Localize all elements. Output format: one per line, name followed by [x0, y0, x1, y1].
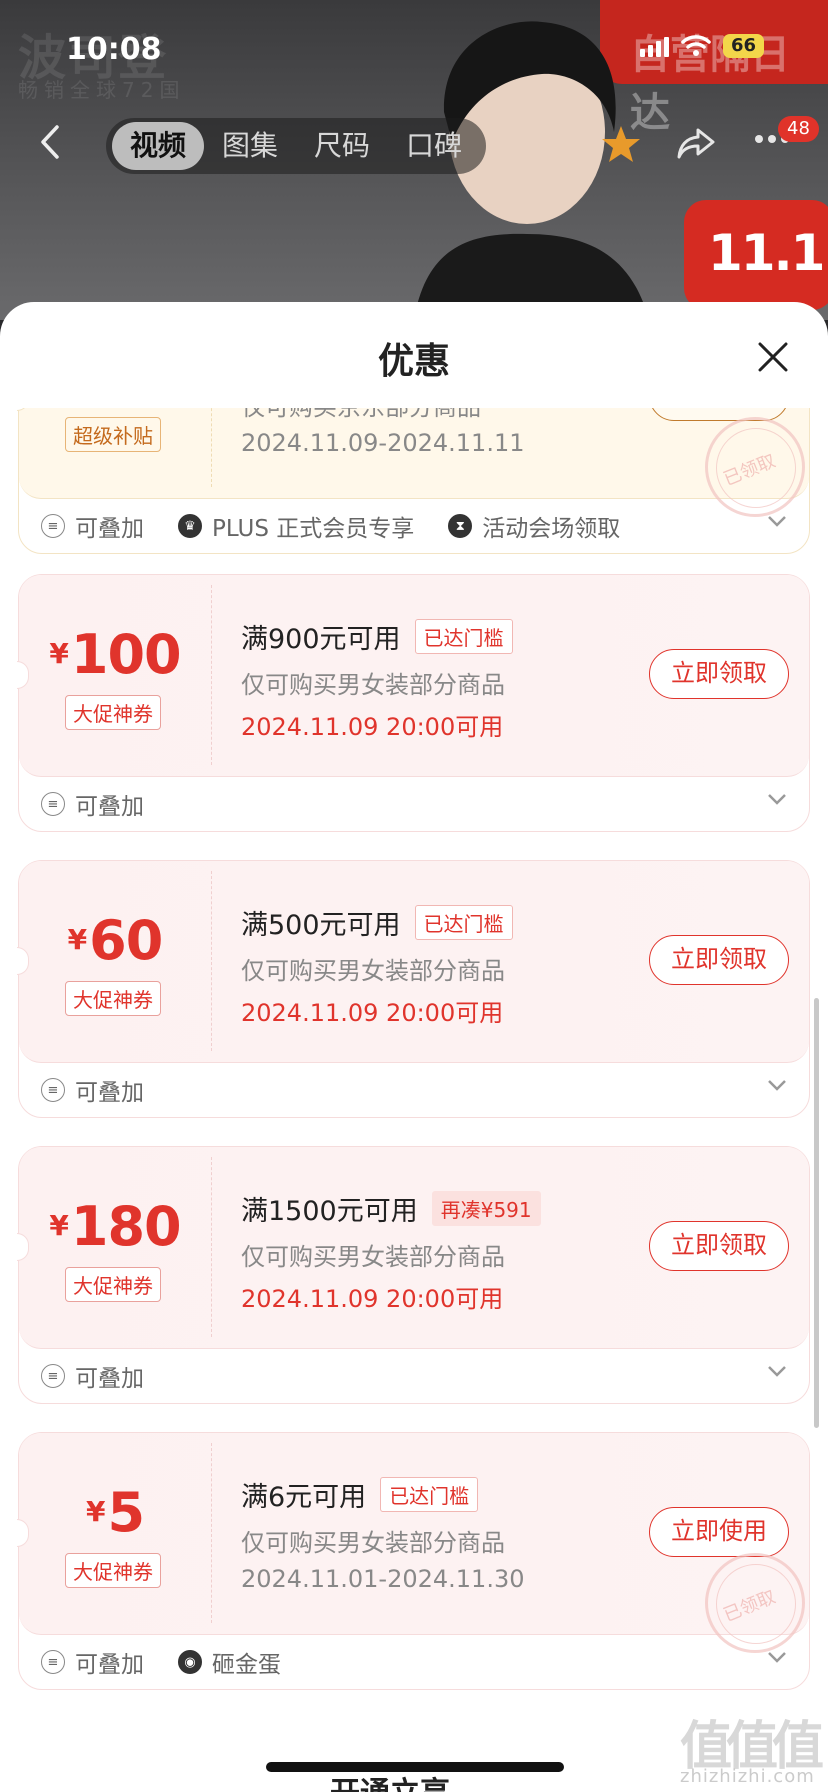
coupon-type-tag: 大促神券	[65, 695, 161, 730]
coupon-card: ¥5 大促神券 满6元可用 已达门槛 仅可购买男女装部分商品 2024.11.01…	[17, 1432, 810, 1690]
battery-indicator: 66	[723, 34, 765, 58]
chevron-down-icon[interactable]	[767, 1365, 787, 1377]
coupon-amount: ¥180	[49, 1195, 181, 1258]
coupon-type-tag: 大促神券	[65, 1267, 161, 1302]
promo-1111-label: 11.11	[708, 224, 828, 282]
footer-label: 可叠加	[75, 1366, 144, 1392]
status-time: 10:08	[66, 32, 162, 67]
tab-reviews[interactable]: 口碑	[388, 122, 480, 170]
crown-icon: ♛	[178, 514, 202, 538]
coupon-amount: ¥60	[67, 909, 164, 972]
coupon-list: ¥400 超级补贴 仅可购买京东部分商品 2024.11.09-2024.11.…	[0, 408, 828, 1738]
coupon-scope: 仅可购买男女装部分商品	[241, 1529, 505, 1557]
stack-icon: ≡	[41, 1364, 65, 1388]
footer-label: 可叠加	[75, 794, 144, 820]
brand-tagline: 畅销全球72国	[18, 78, 186, 102]
watermark: 值值值 zhizhizhi.com	[680, 1704, 824, 1787]
coupon-scope: 仅可购买男女装部分商品	[241, 1243, 505, 1271]
coupon-footer[interactable]: ≡ 可叠加 ♛ PLUS 正式会员专享 ⧗ 活动会场领取	[19, 499, 809, 553]
coupon-footer[interactable]: ≡ 可叠加 ◉ 砸金蛋	[19, 1635, 809, 1689]
coupon-body: ¥100 大促神券 满900元可用 已达门槛 仅可购买男女装部分商品 2024.1…	[17, 575, 809, 777]
coupon-card: ¥180 大促神券 满1500元可用 再凑¥591 仅可购买男女装部分商品 202…	[17, 1146, 810, 1404]
media-tabs: 视频 图集 尺码 口碑	[106, 118, 486, 174]
footer-label: PLUS 正式会员专享	[212, 516, 415, 542]
chevron-left-icon	[41, 125, 59, 159]
back-button[interactable]	[30, 122, 70, 162]
threshold-badge: 已达门槛	[414, 619, 513, 654]
claim-now-button[interactable]: 立即领取	[649, 1221, 789, 1271]
coupon-date: 2024.11.09 20:00可用	[241, 713, 504, 741]
footer-label: 活动会场领取	[482, 516, 621, 542]
chevron-down-icon[interactable]	[767, 515, 787, 527]
coupon-condition: 满900元可用 已达门槛	[241, 617, 513, 656]
scrollbar[interactable]	[814, 998, 819, 1428]
stack-icon: ≡	[41, 792, 65, 816]
coupon-scope: 仅可购买男女装部分商品	[241, 671, 505, 699]
coupon-body: ¥180 大促神券 满1500元可用 再凑¥591 仅可购买男女装部分商品 202…	[17, 1147, 809, 1349]
coupon-date: 2024.11.09 20:00可用	[241, 1285, 504, 1313]
watermark-url: zhizhizhi.com	[680, 1766, 815, 1787]
threshold-badge: 已达门槛	[414, 905, 513, 940]
threshold-badge: 已达门槛	[380, 1477, 479, 1512]
coupon-type-tag: 大促神券	[65, 981, 161, 1016]
footer-label: 可叠加	[75, 1080, 144, 1106]
use-now-button[interactable]: 立即使用	[649, 1507, 789, 1557]
footer-label: 砸金蛋	[212, 1652, 281, 1678]
chevron-down-icon[interactable]	[767, 793, 787, 805]
coupon-card: ¥60 大促神券 满500元可用 已达门槛 仅可购买男女装部分商品 2024.11…	[17, 860, 810, 1118]
egg-icon: ◉	[178, 1650, 202, 1674]
notification-badge: 48	[778, 116, 819, 142]
shortfall-badge: 再凑¥591	[431, 1191, 541, 1226]
coupon-footer[interactable]: ≡ 可叠加	[19, 777, 809, 831]
wifi-icon	[681, 35, 711, 56]
stack-icon: ≡	[41, 514, 65, 538]
ticket-icon: ⧗	[448, 514, 473, 538]
coupon-condition: 满500元可用 已达门槛	[241, 903, 513, 942]
close-icon[interactable]	[756, 340, 790, 374]
claim-now-button[interactable]: 立即领取	[649, 935, 789, 985]
coupon-scope: 仅可购买男女装部分商品	[241, 957, 505, 985]
coupon-sheet: 优惠 ¥400 超级补贴 仅可购买京东部分商品 2024.11.09-2024.…	[0, 302, 828, 1792]
claim-now-button[interactable]: 立即领取	[649, 649, 789, 699]
home-indicator[interactable]	[266, 1762, 564, 1772]
coupon-body: ¥60 大促神券 满500元可用 已达门槛 仅可购买男女装部分商品 2024.11…	[17, 861, 809, 1063]
coupon-card: ¥100 大促神券 满900元可用 已达门槛 仅可购买男女装部分商品 2024.1…	[17, 574, 810, 832]
tab-size[interactable]: 尺码	[296, 122, 388, 170]
sheet-title: 优惠	[377, 341, 450, 382]
tab-video[interactable]: 视频	[112, 122, 204, 170]
coupon-amount: ¥5	[85, 1481, 145, 1544]
signal-icon	[640, 35, 669, 57]
share-icon[interactable]	[676, 126, 716, 160]
coupon-date: 2024.11.01-2024.11.30	[241, 1565, 525, 1593]
star-icon[interactable]	[600, 124, 642, 164]
footer-label: 可叠加	[75, 1652, 144, 1678]
coupon-amount: ¥100	[49, 623, 181, 686]
coupon-body: ¥400 超级补贴 仅可购买京东部分商品 2024.11.09-2024.11.…	[17, 408, 809, 517]
coupon-type-tag: 大促神券	[65, 1553, 161, 1588]
stack-icon: ≡	[41, 1078, 65, 1102]
coupon-body: ¥5 大促神券 满6元可用 已达门槛 仅可购买男女装部分商品 2024.11.01…	[17, 1433, 809, 1653]
chevron-down-icon[interactable]	[767, 1079, 787, 1091]
tab-gallery[interactable]: 图集	[204, 122, 296, 170]
footer-label: 可叠加	[75, 516, 144, 542]
coupon-date: 2024.11.09-2024.11.11	[241, 429, 525, 457]
coupon-type-tag: 超级补贴	[65, 417, 161, 452]
status-icons: 66	[640, 34, 765, 58]
coupon-scope: 仅可购买京东部分商品	[241, 408, 481, 422]
coupon-condition: 满1500元可用 再凑¥591	[241, 1189, 541, 1228]
coupon-footer[interactable]: ≡ 可叠加	[19, 1063, 809, 1117]
coupon-card: ¥400 超级补贴 仅可购买京东部分商品 2024.11.09-2024.11.…	[17, 408, 810, 554]
coupon-condition: 满6元可用 已达门槛	[241, 1475, 479, 1514]
coupon-footer[interactable]: ≡ 可叠加	[19, 1349, 809, 1403]
coupon-date: 2024.11.09 20:00可用	[241, 999, 504, 1027]
promo-1111-badge[interactable]: 11.11	[684, 200, 828, 310]
stack-icon: ≡	[41, 1650, 65, 1674]
chevron-down-icon[interactable]	[767, 1651, 787, 1663]
